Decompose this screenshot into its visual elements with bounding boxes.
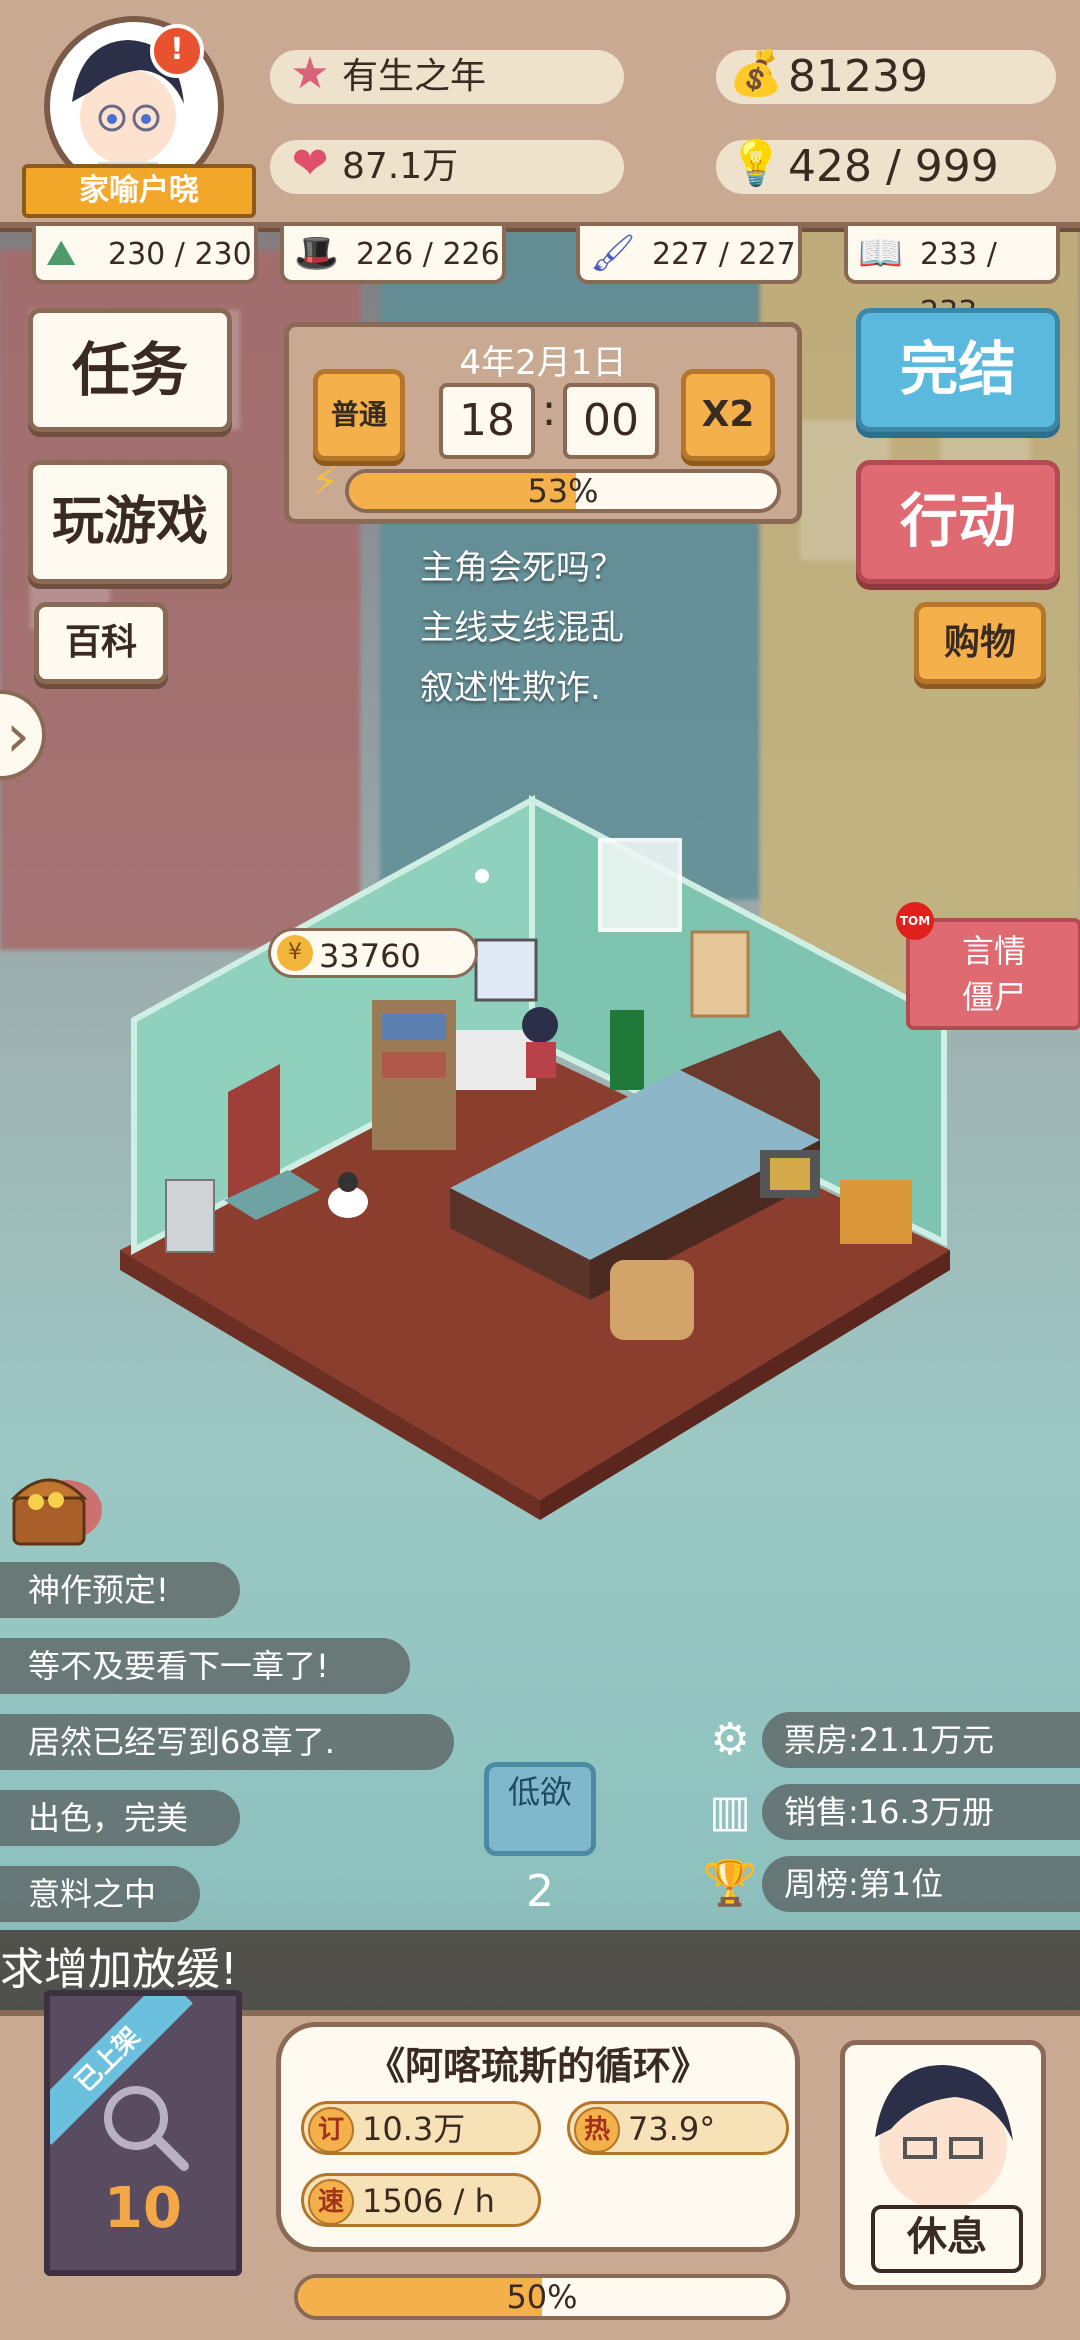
subscription-pill: 订 10.3万 [301,2101,541,2155]
player-title: 有生之年 [342,56,487,97]
armchair[interactable] [610,1260,694,1340]
subscription-value: 10.3万 [362,2110,466,2148]
book-title: 《阿喀琉斯的循环》 [366,2044,709,2088]
hat-icon: 🎩 [294,233,339,274]
film-reel-icon: ⚙ [710,1714,750,1765]
time-separator: : [541,385,557,436]
book-info-card: 《阿喀琉斯的循环》 订 10.3万 热 73.9° 速 1506 / h [276,2022,800,2252]
book-level: 10 [104,2176,182,2241]
income-value: 33760 [319,937,421,975]
trophy-icon: 🏆 [702,1858,758,1909]
reader-comment: 意料之中 [0,1866,200,1922]
speed-button[interactable]: X2 [681,369,775,461]
play-game-button[interactable]: 玩游戏 [28,460,232,584]
low-desire-button[interactable]: 低欲 [484,1762,596,1856]
energy-label: 53% [527,472,599,510]
weekly-rank-stat: 周榜:第1位 [762,1856,1080,1912]
event-line: 言情 [961,932,1026,970]
player-name-banner: 家喻户晓 [22,164,256,218]
attribute-value: 226 / 226 [356,237,500,272]
income-bubble[interactable]: ¥ 33760 [268,928,478,978]
computer-desk[interactable] [456,1030,536,1090]
wall-clock [475,869,489,883]
reader-comment: 等不及要看下一章了! [0,1638,410,1694]
avatar-alert-badge: ! [150,24,204,78]
speed-badge: 速 [308,2179,354,2225]
tasks-button[interactable]: 任务 [28,308,232,432]
hearts-icon: ❤ [291,138,329,189]
reader-comment: 神作预定! [0,1562,240,1618]
wall-poster[interactable] [690,930,750,1018]
rest-button[interactable]: 休息 [840,2040,1046,2290]
time-panel: 4年2月1日 普通 18 : 00 X2 ⚡ 53% [284,322,802,524]
coin-icon: ¥ [277,935,313,971]
heat-value: 73.9° [628,2110,716,2148]
top-status-panel: ! 家喻户晓 ★ 有生之年 ❤ 87.1万 💰 81239 💡 428 / 99… [0,0,1080,228]
lightbulb-icon: 💡 [728,138,784,189]
hour-box: 18 [439,383,535,459]
isometric-room[interactable] [120,780,960,1520]
subscription-badge: 订 [308,2107,354,2153]
brush-icon: 🖌 [590,233,636,274]
reader-comment: 出色，完美 [0,1790,240,1846]
attribute-value: 227 / 227 [652,237,796,272]
popularity-stat: ❤ 87.1万 [270,138,624,194]
reader-comment: 居然已经写到68章了. [0,1714,454,1770]
book-cover[interactable]: 已上架 10 [44,1990,242,2276]
tom-badge: TOM [896,902,934,940]
side-cabinet[interactable] [840,1180,912,1244]
hint-text: 主角会死吗？ 主线支线混乱 叙述性欺诈. [420,538,624,718]
money-stat: 💰 81239 [716,48,1056,104]
money-value: 81239 [788,51,928,102]
heat-pill: 热 73.9° [567,2101,789,2155]
heat-badge: 热 [574,2107,620,2153]
low-desire-count: 2 [526,1866,554,1917]
book-icon: 📖 [858,233,903,274]
books-icon: ▥ [709,1786,751,1837]
genre-event-tag[interactable]: TOM 言情 僵尸 [896,902,1080,1030]
attribute-pill: 🎩 226 / 226 [280,226,506,284]
attribute-pill: ⛰ 230 / 230 [32,226,258,284]
treasure-chest-icon[interactable] [6,1462,102,1552]
inspiration-value: 428 / 999 [788,141,999,192]
star-icon: ★ [290,48,330,99]
speed-pill: 速 1506 / h [301,2173,541,2227]
box-office-stat: 票房:21.1万元 [762,1712,1080,1768]
money-bag-icon: 💰 [728,48,784,99]
player-character[interactable] [522,1007,558,1043]
action-button[interactable]: 行动 [856,460,1060,584]
hint-line: 主线支线混乱 [420,608,624,648]
wiki-button[interactable]: 百科 [34,602,168,684]
rest-label: 休息 [871,2205,1023,2273]
event-line: 僵尸 [961,978,1026,1016]
computer-monitor[interactable] [474,938,538,1002]
speed-value: 1506 / h [362,2182,495,2220]
title-stat: ★ 有生之年 [270,48,624,104]
sales-stat: 销售:16.3万册 [762,1784,1080,1840]
green-mailbox[interactable] [610,1010,644,1090]
window [598,838,682,932]
air-purifier[interactable] [165,1179,215,1253]
hint-line: 主角会死吗？ [420,548,624,588]
shop-button[interactable]: 购物 [914,602,1046,684]
writing-progress-label: 50% [506,2278,578,2316]
energy-bar: 53% [345,469,781,513]
attribute-pill: 📖 233 / 233 [844,226,1060,330]
mode-button[interactable]: 普通 [313,369,405,461]
attribute-pill: 🖌 227 / 227 [576,226,802,284]
mountain-icon: ⛰ [46,233,77,274]
minute-box: 00 [563,383,659,459]
hint-line: 叙述性欺诈. [420,668,601,708]
magnifier-icon [104,2086,189,2171]
attribute-value: 230 / 230 [108,237,252,272]
popularity-value: 87.1万 [342,146,459,187]
inspiration-stat: 💡 428 / 999 [716,138,1056,194]
finish-button[interactable]: 完结 [856,308,1060,432]
lightning-icon: ⚡ [311,459,340,505]
writer-avatar [875,2065,1013,2209]
writing-progress-bar: 50% [294,2274,790,2320]
